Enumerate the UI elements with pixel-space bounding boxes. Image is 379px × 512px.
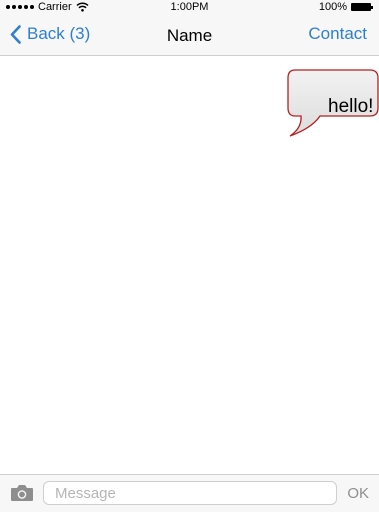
status-right: 100% [318, 1, 373, 13]
message-bubble[interactable]: hello! [286, 68, 379, 140]
camera-icon[interactable] [10, 484, 34, 502]
message-input[interactable] [43, 481, 337, 505]
message-list[interactable]: hello! [0, 56, 379, 474]
battery-percent: 100% [318, 1, 347, 13]
chat-screen: Carrier 1:00PM 100% Back (3) Name Contac… [0, 0, 379, 512]
input-bar: OK [0, 474, 379, 512]
status-bar: Carrier 1:00PM 100% [0, 0, 379, 14]
navigation-bar: Back (3) Name Contact [0, 14, 379, 56]
message-text: hello! [328, 96, 374, 117]
battery-icon [351, 3, 373, 11]
send-button[interactable]: OK [347, 485, 369, 502]
contact-button[interactable]: Contact [308, 24, 367, 44]
